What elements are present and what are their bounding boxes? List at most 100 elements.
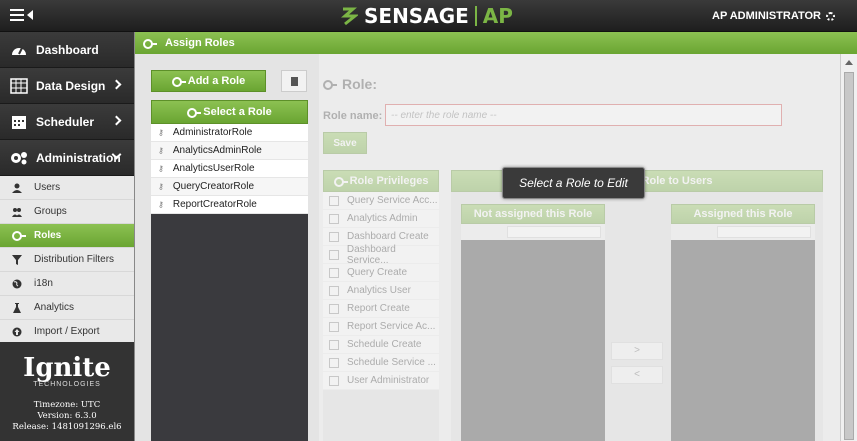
privilege-checkbox[interactable] bbox=[329, 213, 339, 224]
privilege-item[interactable]: Analytics Admin bbox=[323, 210, 439, 228]
sidebar-item-label: Users bbox=[34, 182, 61, 193]
privilege-label: Analytics Admin bbox=[347, 213, 418, 224]
sidebar-item-i18n[interactable]: i18n bbox=[0, 272, 134, 296]
key-icon: ⚷ bbox=[158, 146, 164, 155]
privilege-checkbox[interactable] bbox=[329, 231, 339, 242]
not-assigned-filter bbox=[461, 224, 605, 240]
privilege-item[interactable]: Analytics User bbox=[323, 282, 439, 300]
list-item[interactable]: ⚷ ReportCreatorRole bbox=[151, 196, 308, 214]
role-name: AnalyticsUserRole bbox=[172, 163, 255, 174]
chevron-right-icon bbox=[111, 115, 122, 126]
scroll-up-icon[interactable] bbox=[845, 60, 853, 65]
sidebar-item-label: Administration bbox=[36, 150, 121, 165]
move-right-button[interactable]: > bbox=[611, 342, 663, 360]
role-name-input[interactable] bbox=[385, 104, 782, 126]
privilege-item[interactable]: Query Create bbox=[323, 264, 439, 282]
admin-submenu: Users Groups Roles Distribution Filters … bbox=[0, 176, 134, 344]
assigned-list: Assigned this Role bbox=[671, 204, 815, 441]
privilege-checkbox[interactable] bbox=[329, 285, 339, 296]
sidebar-item-distribution-filters[interactable]: Distribution Filters bbox=[0, 248, 134, 272]
sidebar-item-administration[interactable]: Administration bbox=[0, 140, 134, 176]
role-privileges-panel: Role Privileges Query Service Acc... Ana… bbox=[323, 170, 439, 441]
privilege-label: Analytics User bbox=[347, 285, 411, 296]
privilege-label: Schedule Create bbox=[347, 339, 422, 350]
role-heading: Role: bbox=[323, 76, 377, 92]
sidebar-item-roles[interactable]: Roles bbox=[0, 224, 134, 248]
privilege-item[interactable]: Schedule Create bbox=[323, 336, 439, 354]
key-icon bbox=[171, 77, 186, 87]
key-icon: ⚷ bbox=[158, 200, 164, 209]
sidebar-item-label: Data Design bbox=[36, 78, 106, 93]
import-export-icon bbox=[12, 327, 22, 336]
delete-role-button[interactable] bbox=[281, 70, 307, 92]
role-name: AdministratorRole bbox=[172, 127, 253, 138]
globe-icon bbox=[12, 279, 22, 288]
privilege-item[interactable]: Report Create bbox=[323, 300, 439, 318]
privilege-checkbox[interactable] bbox=[329, 195, 339, 206]
sidebar-item-label: Groups bbox=[34, 206, 67, 217]
sidebar-item-dashboard[interactable]: Dashboard bbox=[0, 32, 134, 68]
user-icon bbox=[12, 183, 22, 193]
key-icon bbox=[143, 39, 157, 49]
add-role-button[interactable]: Add a Role bbox=[151, 70, 266, 92]
privilege-item[interactable]: Schedule Service ... bbox=[323, 354, 439, 372]
sidebar-item-label: i18n bbox=[34, 278, 53, 289]
key-icon bbox=[187, 108, 202, 118]
key-icon: ⚷ bbox=[158, 182, 164, 191]
role-list: ⚷ AdministratorRole ⚷ AnalyticsAdminRole ⚷… bbox=[151, 124, 308, 441]
gears-icon bbox=[11, 151, 27, 164]
assign-users-panel: 👤 Assign this Role to Users Not assigned… bbox=[451, 170, 823, 441]
product-name: AP bbox=[482, 4, 513, 28]
move-left-button[interactable]: < bbox=[611, 366, 663, 384]
version-text: Version: 6.3.0 bbox=[37, 411, 97, 421]
not-assigned-list: Not assigned this Role bbox=[461, 204, 605, 441]
privilege-checkbox[interactable] bbox=[329, 249, 339, 260]
assigned-filter-input[interactable] bbox=[717, 226, 811, 238]
brand-name: SENSAGE bbox=[364, 4, 469, 28]
ignite-logo-subtitle: TECHNOLOGIES bbox=[33, 381, 101, 388]
table-icon bbox=[10, 77, 28, 94]
sidebar-footer: Ignite TECHNOLOGIES Timezone: UTC Versio… bbox=[0, 342, 134, 441]
privilege-checkbox[interactable] bbox=[329, 339, 339, 350]
top-bar: SENSAGE AP AP ADMINISTRATOR bbox=[0, 0, 857, 32]
not-assigned-filter-input[interactable] bbox=[507, 226, 601, 238]
page-header: Assign Roles bbox=[135, 32, 857, 54]
privilege-label: Report Service Ac... bbox=[347, 321, 436, 332]
ignite-logo: Ignite bbox=[23, 353, 111, 383]
role-heading-text: Role: bbox=[342, 76, 377, 92]
privilege-checkbox[interactable] bbox=[329, 267, 339, 278]
privilege-checkbox[interactable] bbox=[329, 375, 339, 386]
sidebar-item-users[interactable]: Users bbox=[0, 176, 134, 200]
sidebar-item-analytics[interactable]: Analytics bbox=[0, 296, 134, 320]
page-title: Assign Roles bbox=[165, 37, 235, 49]
privilege-checkbox[interactable] bbox=[329, 321, 339, 332]
timezone-text: Timezone: UTC bbox=[33, 400, 101, 410]
scroll-thumb[interactable] bbox=[844, 72, 854, 440]
privilege-checkbox[interactable] bbox=[329, 303, 339, 314]
user-menu[interactable]: AP ADMINISTRATOR bbox=[712, 10, 835, 22]
sidebar-item-data-design[interactable]: Data Design bbox=[0, 68, 134, 104]
sidebar-item-scheduler[interactable]: Scheduler bbox=[0, 104, 134, 140]
save-button[interactable]: Save bbox=[323, 132, 367, 154]
sidebar-item-import-export[interactable]: Import / Export bbox=[0, 320, 134, 344]
gear-icon bbox=[826, 11, 835, 21]
list-item[interactable]: ⚷ QueryCreatorRole bbox=[151, 178, 308, 196]
app-logo: SENSAGE AP bbox=[340, 3, 513, 29]
privilege-item[interactable]: Report Service Ac... bbox=[323, 318, 439, 336]
list-item[interactable]: ⚷ AnalyticsAdminRole bbox=[151, 142, 308, 160]
list-item[interactable]: ⚷ AdministratorRole bbox=[151, 124, 308, 142]
privilege-checkbox[interactable] bbox=[329, 357, 339, 368]
sidebar-item-groups[interactable]: Groups bbox=[0, 200, 134, 224]
privilege-item[interactable]: User Administrator bbox=[323, 372, 439, 390]
calendar-icon bbox=[12, 115, 26, 129]
sensage-logo-icon bbox=[341, 7, 358, 26]
assigned-header: Assigned this Role bbox=[671, 204, 815, 224]
list-item[interactable]: ⚷ AnalyticsUserRole bbox=[151, 160, 308, 178]
privilege-label: Schedule Service ... bbox=[347, 357, 436, 368]
role-name-label: Role name: bbox=[323, 110, 383, 122]
privilege-item[interactable]: Dashboard Service... bbox=[323, 244, 439, 266]
menu-toggle-button[interactable] bbox=[10, 8, 38, 24]
sidebar: Dashboard Data Design Scheduler Administ… bbox=[0, 32, 134, 441]
content-scrollbar[interactable] bbox=[840, 54, 857, 441]
privilege-item[interactable]: Query Service Acc... bbox=[323, 192, 439, 210]
